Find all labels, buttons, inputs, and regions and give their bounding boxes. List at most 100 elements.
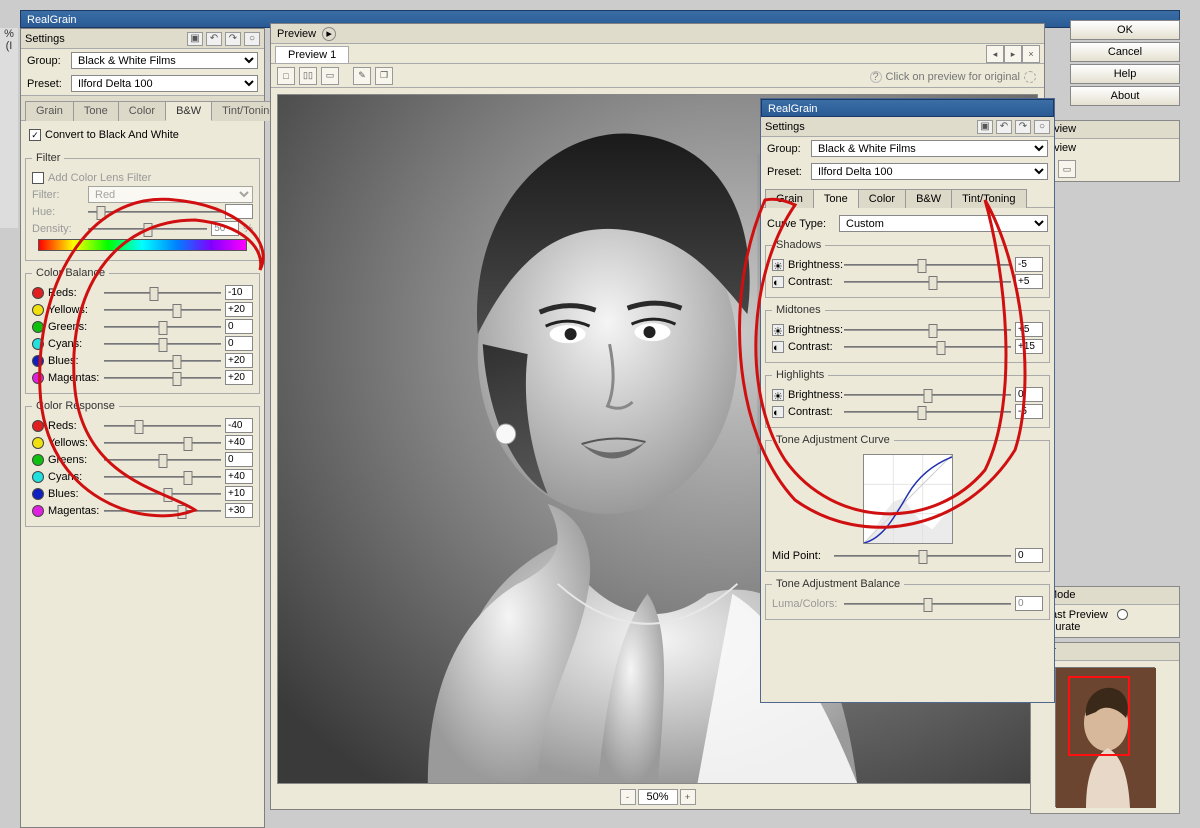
- shadows-contrast-value[interactable]: +5: [1015, 274, 1043, 289]
- color-balance-row: Blues:+20: [32, 353, 253, 368]
- info-icon: ?: [870, 71, 882, 83]
- midpoint-slider[interactable]: [834, 549, 1011, 563]
- tab-bw[interactable]: B&W: [165, 101, 212, 121]
- help-button[interactable]: Help: [1070, 64, 1180, 84]
- group-select[interactable]: Black & White Films: [71, 52, 258, 69]
- reset-icon[interactable]: ○: [244, 32, 260, 46]
- color-response-slider[interactable]: [104, 436, 221, 450]
- sub-tab-tint[interactable]: Tint/Toning: [951, 189, 1026, 208]
- color-response-slider[interactable]: [104, 487, 221, 501]
- midpoint-value[interactable]: 0: [1015, 548, 1043, 563]
- sub-group-label: Group:: [767, 143, 807, 155]
- color-balance-label: Yellows:: [48, 304, 100, 316]
- tab-color[interactable]: Color: [118, 101, 166, 121]
- color-response-value[interactable]: -40: [225, 418, 253, 433]
- redo-icon[interactable]: ↷: [225, 32, 241, 46]
- color-response-slider[interactable]: [104, 419, 221, 433]
- color-response-value[interactable]: +10: [225, 486, 253, 501]
- tab-grain[interactable]: Grain: [25, 101, 74, 121]
- curve-type-label: Curve Type:: [767, 218, 835, 230]
- color-balance-slider[interactable]: [104, 354, 221, 368]
- about-button[interactable]: About: [1070, 86, 1180, 106]
- color-balance-value[interactable]: -10: [225, 285, 253, 300]
- cancel-button[interactable]: Cancel: [1070, 42, 1180, 62]
- tab-tone[interactable]: Tone: [73, 101, 119, 121]
- color-balance-slider[interactable]: [104, 303, 221, 317]
- color-balance-value[interactable]: 0: [225, 319, 253, 334]
- color-response-value[interactable]: +30: [225, 503, 253, 518]
- convert-label: Convert to Black And White: [45, 129, 179, 141]
- filter-select: Red: [88, 186, 253, 203]
- play-icon[interactable]: ▸: [322, 27, 336, 41]
- color-balance-value[interactable]: +20: [225, 302, 253, 317]
- hue-label: Hue:: [32, 206, 84, 218]
- preview-tab-1[interactable]: Preview 1: [275, 46, 349, 63]
- highlights-brightness-value[interactable]: 0: [1015, 387, 1043, 402]
- navigator-viewport[interactable]: [1068, 676, 1130, 756]
- prev-preview-btn[interactable]: ◂: [986, 45, 1004, 63]
- sub-group-select[interactable]: Black & White Films: [811, 140, 1048, 157]
- filter-row-label: Filter:: [32, 189, 84, 201]
- color-balance-slider[interactable]: [104, 286, 221, 300]
- zoom-out-button[interactable]: -: [619, 789, 635, 805]
- curve-type-select[interactable]: Custom: [839, 215, 1048, 232]
- color-response-value[interactable]: +40: [225, 435, 253, 450]
- sub-tab-tone[interactable]: Tone: [813, 189, 859, 208]
- navigator-thumbnail[interactable]: [1055, 667, 1155, 807]
- shadows-brightness-slider[interactable]: [844, 258, 1011, 272]
- brightness-icon: ☀: [772, 324, 784, 336]
- copy-icon[interactable]: ❐: [375, 67, 393, 85]
- view-single-icon[interactable]: □: [277, 67, 295, 85]
- shadows-contrast-slider[interactable]: [844, 275, 1011, 289]
- convert-checkbox[interactable]: ✓: [29, 129, 41, 141]
- color-balance-value[interactable]: +20: [225, 353, 253, 368]
- color-balance-value[interactable]: +20: [225, 370, 253, 385]
- tone-curve[interactable]: [863, 454, 953, 544]
- midtones-contrast-slider[interactable]: [844, 340, 1011, 354]
- highlights-brightness-slider[interactable]: [844, 388, 1011, 402]
- color-response-value[interactable]: +40: [225, 469, 253, 484]
- color-response-slider[interactable]: [104, 453, 221, 467]
- shadows-brightness-value[interactable]: -5: [1015, 257, 1043, 272]
- preset-select[interactable]: Ilford Delta 100: [71, 75, 258, 92]
- view-split-v-icon[interactable]: ▭: [321, 67, 339, 85]
- sub-reset-icon[interactable]: ○: [1034, 120, 1050, 134]
- sub-preset-select[interactable]: Ilford Delta 100: [811, 163, 1048, 180]
- undo-icon[interactable]: ↶: [206, 32, 222, 46]
- sub-redo-icon[interactable]: ↷: [1015, 120, 1031, 134]
- color-balance-label: Magentas:: [48, 372, 100, 384]
- preview-header: Preview ▸: [271, 24, 1044, 44]
- sub-tab-bw[interactable]: B&W: [905, 189, 952, 208]
- color-balance-row: Yellows: +20: [32, 302, 253, 317]
- color-dot-icon: [32, 437, 44, 449]
- color-balance-slider[interactable]: [104, 337, 221, 351]
- midtones-brightness-value[interactable]: +5: [1015, 322, 1043, 337]
- color-balance-slider[interactable]: [104, 371, 221, 385]
- highlights-contrast-value[interactable]: -5: [1015, 404, 1043, 419]
- color-balance-value[interactable]: 0: [225, 336, 253, 351]
- save-icon[interactable]: ▣: [187, 32, 203, 46]
- highlights-contrast-slider[interactable]: [844, 405, 1011, 419]
- midtones-contrast-value[interactable]: +15: [1015, 339, 1043, 354]
- luma-label: Luma/Colors:: [772, 598, 840, 610]
- ok-button[interactable]: OK: [1070, 20, 1180, 40]
- sub-dialog: RealGrain Settings ▣ ↶ ↷ ○ Group: Black …: [760, 98, 1055, 703]
- color-response-slider[interactable]: [104, 470, 221, 484]
- color-response-value[interactable]: 0: [225, 452, 253, 467]
- sub-tab-color[interactable]: Color: [858, 189, 906, 208]
- color-balance-slider[interactable]: [104, 320, 221, 334]
- next-preview-btn[interactable]: ▸: [1004, 45, 1022, 63]
- color-dot-icon: [32, 321, 44, 333]
- sub-tab-grain[interactable]: Grain: [765, 189, 814, 208]
- close-preview-btn[interactable]: ×: [1022, 45, 1040, 63]
- new-icon[interactable]: ✎: [353, 67, 371, 85]
- r-layout2-icon[interactable]: ▭: [1058, 160, 1076, 178]
- add-color-checkbox[interactable]: [32, 172, 44, 184]
- sub-undo-icon[interactable]: ↶: [996, 120, 1012, 134]
- zoom-in-button[interactable]: +: [680, 789, 696, 805]
- midtones-brightness-slider[interactable]: [844, 323, 1011, 337]
- view-split-h-icon[interactable]: ▯▯: [299, 67, 317, 85]
- accurate-radio[interactable]: [1117, 609, 1128, 620]
- color-response-slider[interactable]: [104, 504, 221, 518]
- sub-save-icon[interactable]: ▣: [977, 120, 993, 134]
